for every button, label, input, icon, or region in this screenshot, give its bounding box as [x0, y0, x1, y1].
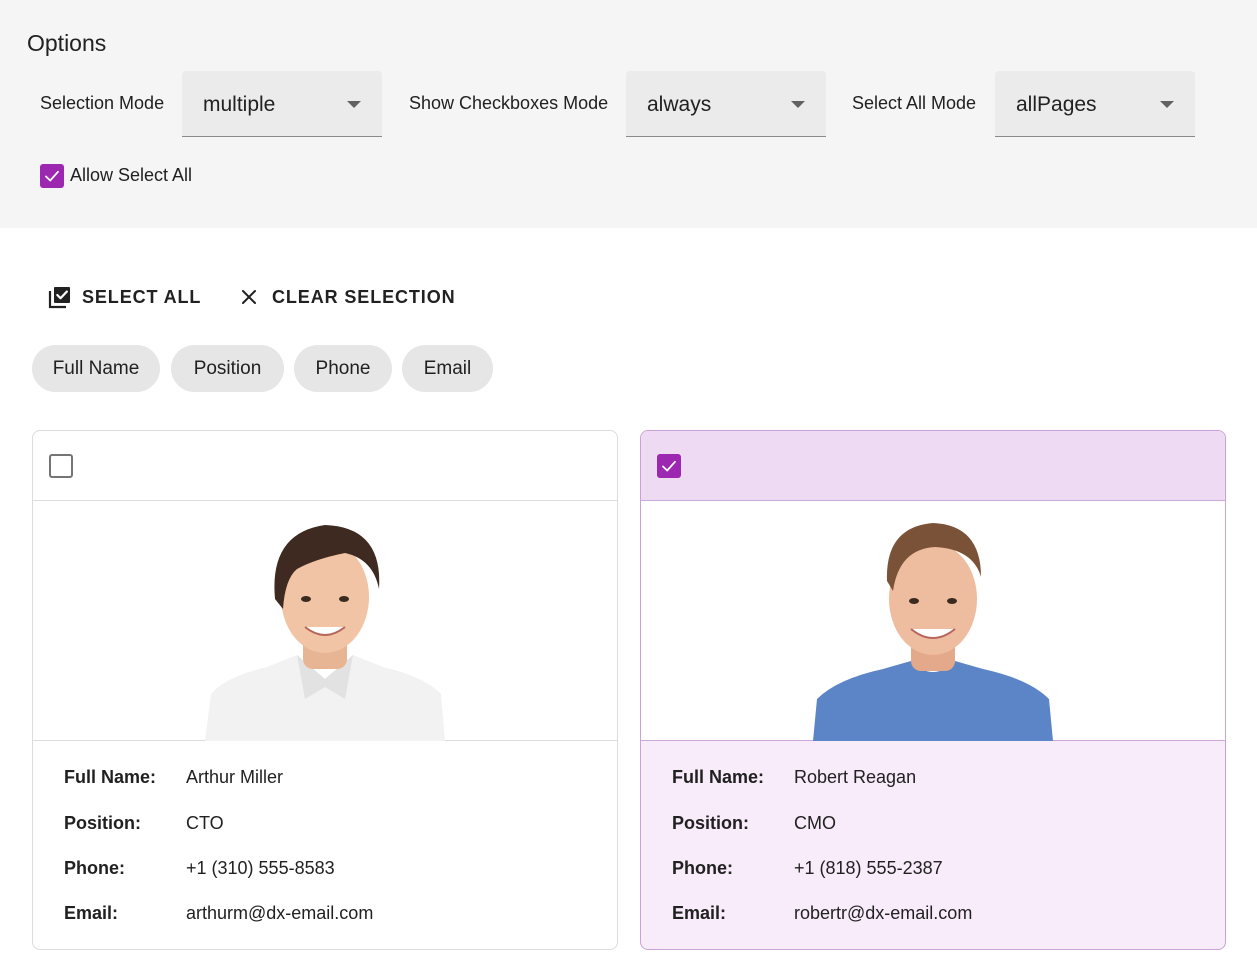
full-name-label: Full Name: [672, 767, 765, 787]
position-label: Position: [672, 813, 749, 833]
options-title: Options [27, 30, 107, 56]
allow-select-all-checkbox[interactable] [40, 164, 64, 188]
allow-select-all-label[interactable]: Allow Select All [70, 165, 192, 186]
select-all-button[interactable]: SELECT ALL [48, 282, 201, 312]
employee-card-selected[interactable]: Full Name: Robert Reagan Position: CMO P… [640, 430, 1226, 950]
employee-photo [641, 501, 1225, 741]
email-label: Email: [64, 903, 119, 923]
phone-value: +1 (310) 555-8583 [186, 858, 335, 878]
full-name-value: Arthur Miller [186, 767, 284, 787]
selection-mode-value: multiple [203, 93, 276, 116]
person-photo-icon [205, 525, 445, 741]
dropdown-arrow-icon [791, 101, 805, 108]
card-header [641, 431, 1225, 501]
check-icon [662, 460, 676, 472]
show-checkboxes-mode-select[interactable]: always [626, 71, 826, 137]
full-name-label: Full Name: [64, 767, 157, 787]
select-all-label: SELECT ALL [82, 286, 202, 307]
check-icon [45, 170, 59, 182]
select-all-icon [48, 287, 70, 309]
select-all-mode-value: allPages [1016, 93, 1097, 116]
phone-value: +1 (818) 555-2387 [794, 858, 943, 878]
select-all-mode-select[interactable]: allPages [995, 71, 1195, 137]
employee-photo [33, 501, 617, 741]
clear-selection-label: CLEAR SELECTION [272, 286, 456, 307]
chip-full-name[interactable]: Full Name [32, 345, 160, 392]
employee-card[interactable]: Full Name: Arthur Miller Position: CTO P… [32, 430, 618, 950]
person-photo-icon [813, 523, 1053, 741]
email-value: robertr@dx-email.com [794, 903, 973, 923]
close-icon [242, 290, 256, 304]
select-all-mode-label: Select All Mode [852, 93, 977, 113]
options-panel: Options Selection Mode multiple Show Che… [0, 0, 1257, 228]
card-header [33, 431, 617, 501]
card-select-checkbox[interactable] [657, 454, 681, 478]
dropdown-arrow-icon [1160, 101, 1174, 108]
selection-mode-select[interactable]: multiple [182, 71, 382, 137]
phone-label: Phone: [672, 858, 733, 878]
email-value: arthurm@dx-email.com [186, 903, 374, 923]
position-value: CMO [794, 813, 836, 833]
clear-selection-button[interactable]: CLEAR SELECTION [240, 282, 456, 312]
chip-email[interactable]: Email [402, 345, 493, 392]
show-checkboxes-mode-value: always [647, 93, 712, 116]
phone-label: Phone: [64, 858, 125, 878]
show-checkboxes-mode-label: Show Checkboxes Mode [409, 93, 609, 113]
chip-position[interactable]: Position [171, 345, 284, 392]
dropdown-arrow-icon [347, 101, 361, 108]
email-label: Email: [672, 903, 727, 923]
full-name-value: Robert Reagan [794, 767, 917, 787]
position-label: Position: [64, 813, 141, 833]
chip-phone[interactable]: Phone [294, 345, 392, 392]
card-select-checkbox[interactable] [49, 454, 73, 478]
position-value: CTO [186, 813, 224, 833]
selection-mode-label: Selection Mode [40, 93, 165, 113]
